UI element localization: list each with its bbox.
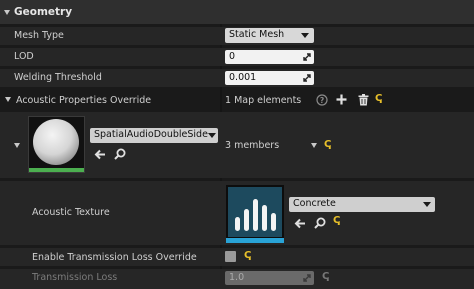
reset-to-default-icon: ↅ [322, 271, 330, 282]
mesh-type-label: Mesh Type [14, 30, 64, 41]
members-count: 3 members [225, 140, 280, 151]
mesh-asset-name: SpatialAudioDoubleSidedM [94, 129, 208, 140]
lod-value: 0 [229, 51, 236, 62]
dropdown-arrow-icon [423, 202, 431, 207]
section-title: Geometry [14, 6, 73, 18]
acoustic-texture-value: Concrete [293, 198, 336, 209]
transmission-loss-field[interactable]: 1.0 [225, 271, 314, 285]
svg-text:?: ? [320, 96, 324, 105]
lod-field[interactable]: 0 [225, 50, 314, 64]
acoustic-texture-picker[interactable]: Concrete [289, 197, 435, 212]
welding-threshold-label: Welding Threshold [14, 72, 102, 83]
reset-to-default-icon[interactable]: ↅ [375, 93, 382, 104]
collapse-arrow-icon[interactable] [5, 97, 11, 102]
browse-asset-icon[interactable] [114, 148, 126, 160]
mesh-asset-thumbnail[interactable] [28, 116, 85, 173]
delete-all-icon[interactable] [358, 94, 369, 106]
expand-members-icon[interactable] [311, 143, 317, 148]
use-selected-asset-icon[interactable] [94, 149, 106, 160]
spin-drag-icon [303, 274, 311, 282]
use-selected-asset-icon[interactable] [294, 218, 306, 229]
dropdown-arrow-icon [208, 133, 216, 138]
mesh-type-value: Static Mesh [229, 29, 285, 40]
collapse-arrow-icon[interactable] [4, 10, 10, 15]
transmission-loss-label: Transmission Loss [32, 272, 118, 283]
reset-to-default-icon[interactable]: ↅ [333, 215, 340, 226]
reset-to-default-icon[interactable]: ↅ [244, 250, 251, 261]
sphere-thumbnail-icon [29, 119, 84, 172]
help-icon[interactable]: ? [316, 94, 328, 106]
welding-threshold-value: 0.001 [229, 72, 257, 83]
map-elements-count: 1 Map elements [225, 95, 302, 106]
transmission-override-label: Enable Transmission Loss Override [32, 252, 197, 263]
section-header-geometry[interactable]: Geometry [0, 0, 474, 24]
browse-asset-icon[interactable] [314, 217, 326, 229]
mesh-asset-picker[interactable]: SpatialAudioDoubleSidedM [90, 128, 218, 143]
welding-threshold-field[interactable]: 0.001 [225, 71, 314, 85]
reset-to-default-icon[interactable]: ↅ [324, 139, 331, 150]
collapse-arrow-icon[interactable] [14, 143, 20, 148]
mesh-type-dropdown[interactable]: Static Mesh [225, 28, 314, 43]
acoustic-texture-asset-icon [226, 187, 284, 243]
acoustic-texture-label: Acoustic Texture [32, 207, 110, 218]
acoustic-override-label: Acoustic Properties Override [16, 95, 152, 106]
transmission-override-checkbox[interactable] [225, 251, 236, 262]
dropdown-arrow-icon [301, 33, 309, 38]
add-element-icon[interactable] [336, 94, 347, 105]
spin-drag-icon[interactable] [303, 53, 311, 61]
lod-label: LOD [14, 51, 34, 62]
spin-drag-icon[interactable] [303, 74, 311, 82]
transmission-loss-value: 1.0 [229, 272, 245, 283]
acoustic-texture-thumbnail[interactable] [226, 185, 284, 243]
